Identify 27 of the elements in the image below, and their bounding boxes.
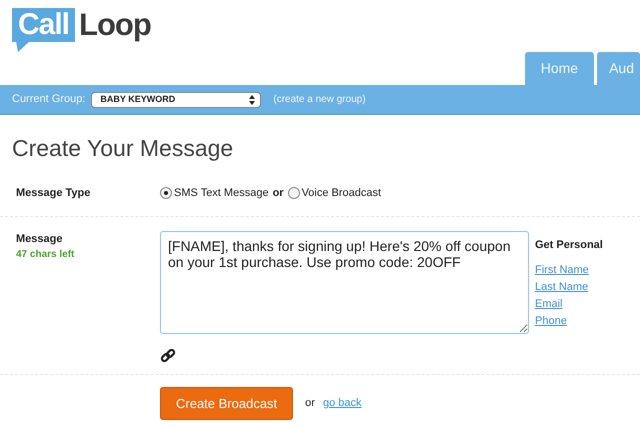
char-counter: 47 chars left [16,248,76,262]
page-heading: Create Your Message [12,134,234,163]
nav-tab[interactable]: Home [524,52,594,85]
radio-label: SMS Text Message [174,186,269,201]
select-arrows-icon [249,94,256,104]
link-icon[interactable] [160,348,176,364]
group-label: Current Group: [12,92,86,108]
section-title: Get Personal [535,238,603,252]
message-field[interactable]: [FNAME], thanks for signing up! Here's 20% off coupon on your 1st purchase. Use promo code: 20OFF [160,230,529,334]
logo-text: Loop [79,8,151,42]
radio-button[interactable] [288,187,300,200]
merge-field-link[interactable]: First Name [535,262,603,279]
merge-field-link[interactable]: Phone [535,313,603,330]
separator-text: or [305,396,315,411]
create-broadcast-button[interactable]: Create Broadcast [160,386,294,420]
merge-field-link[interactable]: Email [535,296,603,313]
radio-button[interactable] [160,187,172,200]
go-back-link[interactable]: go back [322,395,362,412]
speech-tail-icon [16,41,30,52]
group-select[interactable]: BABY KEYWORD [91,92,262,108]
nav-tab[interactable]: Aud [597,52,640,85]
merge-field-link[interactable]: Last Name [535,279,603,296]
create-group-link[interactable]: (create a new group) [273,92,366,107]
field-label: Message Type [16,186,92,201]
radio-label: Voice Broadcast [302,186,382,201]
field-label: Message [16,232,64,246]
separator-text: or [272,186,284,201]
